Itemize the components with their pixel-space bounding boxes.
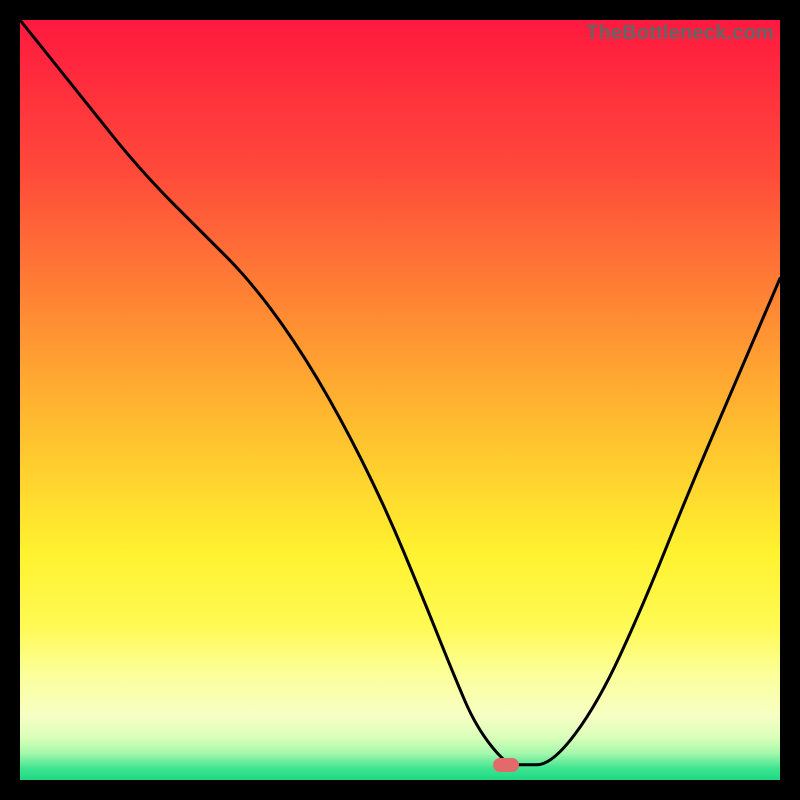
- watermark-text: TheBottleneck.com: [586, 22, 774, 45]
- chart-frame: TheBottleneck.com: [0, 0, 800, 800]
- plot-area: TheBottleneck.com: [20, 20, 780, 780]
- bottleneck-curve: [20, 20, 780, 780]
- optimal-marker: [493, 758, 519, 772]
